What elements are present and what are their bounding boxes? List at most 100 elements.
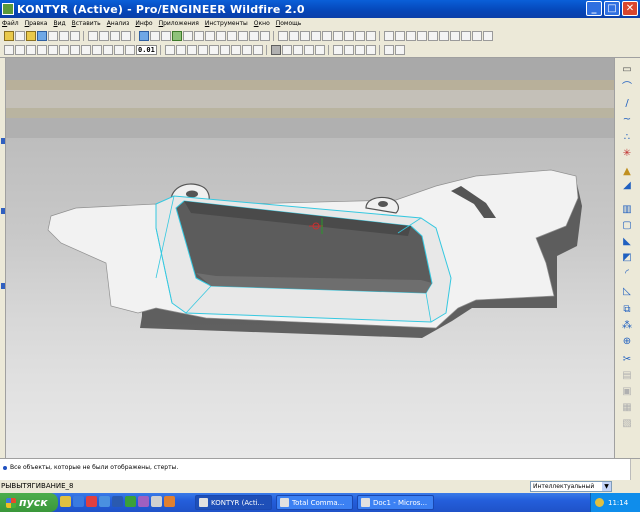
sweep-tool-icon[interactable] [103,45,113,55]
csys-tool-icon[interactable] [48,45,58,55]
datum-axes-icon[interactable] [461,31,471,41]
revolve-tool-icon[interactable] [92,45,102,55]
datum-axis-tool-icon[interactable] [15,45,25,55]
round-icon[interactable]: ◜ [620,268,634,280]
paste-icon[interactable] [110,31,120,41]
what-is-this-icon[interactable] [394,45,405,55]
selection-filter-dropdown[interactable]: Интеллектуальный ▼ [530,481,612,492]
ie-icon[interactable] [73,496,84,507]
menu-window[interactable]: Окно [254,20,270,27]
csys-icon[interactable] [483,31,493,41]
task-total-commander[interactable]: Total Comma... [276,495,353,510]
print-icon[interactable] [59,31,69,41]
media-icon[interactable] [138,496,149,507]
open-folder-icon[interactable] [26,31,36,41]
close-model-icon[interactable] [354,45,365,55]
shell-tool-icon[interactable] [125,45,135,55]
analysis-feature-icon[interactable]: ▲ [620,166,634,178]
fit-view-icon[interactable] [406,31,416,41]
opera-icon[interactable] [86,496,97,507]
cut-icon[interactable] [88,31,98,41]
menu-insert[interactable]: Вставить [72,20,101,27]
clock[interactable]: 11:14 [608,499,628,507]
outlook-icon[interactable] [99,496,110,507]
no-hidden-icon[interactable] [292,45,303,55]
redo-icon[interactable] [289,31,299,41]
mirror-tool-icon[interactable] [230,45,241,55]
extrude-tool-icon[interactable] [81,45,91,55]
zoom-window-icon[interactable] [384,31,394,41]
paste-special-icon[interactable] [121,31,131,41]
csys-icon[interactable]: ✳ [620,148,634,160]
extend-icon[interactable]: ▤ [620,370,634,382]
datum-curve-tool-icon[interactable] [26,45,36,55]
save-icon[interactable] [37,31,47,41]
repaint-icon[interactable] [238,31,248,41]
sketched-datum-icon[interactable]: ◢ [620,180,634,192]
close-window-icon[interactable] [333,31,343,41]
select-icon[interactable] [355,31,365,41]
thicken-icon[interactable]: ▦ [620,402,634,414]
find-icon[interactable] [344,31,354,41]
close-button[interactable]: ✕ [622,1,638,16]
datum-plane-tool-icon[interactable] [4,45,14,55]
blend-tool-icon[interactable] [114,45,124,55]
menu-view[interactable]: Вид [53,20,65,27]
datum-planes-icon[interactable] [450,31,460,41]
chevron-down-icon[interactable]: ▼ [602,482,611,491]
pattern-tool-icon[interactable] [219,45,230,55]
table-icon[interactable] [322,31,332,41]
sketch-curve-icon[interactable]: ~ [620,114,634,126]
wireframe-icon[interactable] [303,45,314,55]
datum-point-tool-icon[interactable] [37,45,47,55]
sketch-tool-icon[interactable] [70,45,80,55]
menu-help[interactable]: Помощь [276,20,302,27]
offset-icon[interactable]: ▣ [620,386,634,398]
datum-axis-icon[interactable] [172,31,182,41]
solidify-icon[interactable]: ▧ [620,418,634,430]
datum-curve-icon[interactable]: ⌒ [620,82,634,94]
menu-edit[interactable]: Правка [25,20,48,27]
orient-icon[interactable] [216,31,226,41]
zoom-in-icon[interactable] [183,31,193,41]
layer-tree-icon[interactable] [300,31,310,41]
new-window-icon[interactable] [343,45,354,55]
shading-icon[interactable] [270,45,281,55]
title-bar[interactable]: KONTYR (Active) - Pro/ENGINEER Wildfire … [0,0,640,18]
scale-value[interactable]: 0.01 [136,45,157,55]
datum-points-icon[interactable] [472,31,482,41]
tray-app-icon[interactable] [595,498,604,507]
menu-tools[interactable]: Инструменты [205,20,248,27]
menu-analysis[interactable]: Анализ [107,20,130,27]
spin-center-icon[interactable] [249,31,259,41]
menu-info[interactable]: Инфо [135,20,152,27]
sketch-icon[interactable] [311,31,321,41]
round-tool-icon[interactable] [175,45,186,55]
draft-tool-icon[interactable] [208,45,219,55]
datum-plane-icon[interactable]: ▭ [620,64,634,76]
default-orient-icon[interactable] [417,31,427,41]
notepad-icon[interactable] [151,496,162,507]
excel-icon[interactable] [125,496,136,507]
minimize-button[interactable]: _ [586,1,602,16]
hidden-line-icon[interactable] [281,45,292,55]
zoom-out-icon[interactable] [194,31,204,41]
new-icon[interactable] [15,31,25,41]
orient-2-icon[interactable] [428,31,438,41]
zoom-out-2-icon[interactable] [395,31,405,41]
rib-tool-icon[interactable] [197,45,208,55]
merge-icon[interactable]: ⊕ [620,336,634,348]
help-icon[interactable] [366,31,376,41]
shell-icon[interactable]: ▢ [620,220,634,232]
saved-views-icon[interactable] [227,31,237,41]
view-manager-icon[interactable] [260,31,270,41]
regenerate-icon[interactable] [139,31,149,41]
context-help-icon[interactable] [383,45,394,55]
analysis-tool-icon[interactable] [59,45,69,55]
named-view-icon[interactable] [439,31,449,41]
email-icon[interactable] [70,31,80,41]
chamfer-icon[interactable]: ◺ [620,286,634,298]
explorer-icon[interactable] [60,496,71,507]
sash-marker[interactable] [1,138,5,144]
pattern-icon[interactable]: ⁂ [620,320,634,332]
